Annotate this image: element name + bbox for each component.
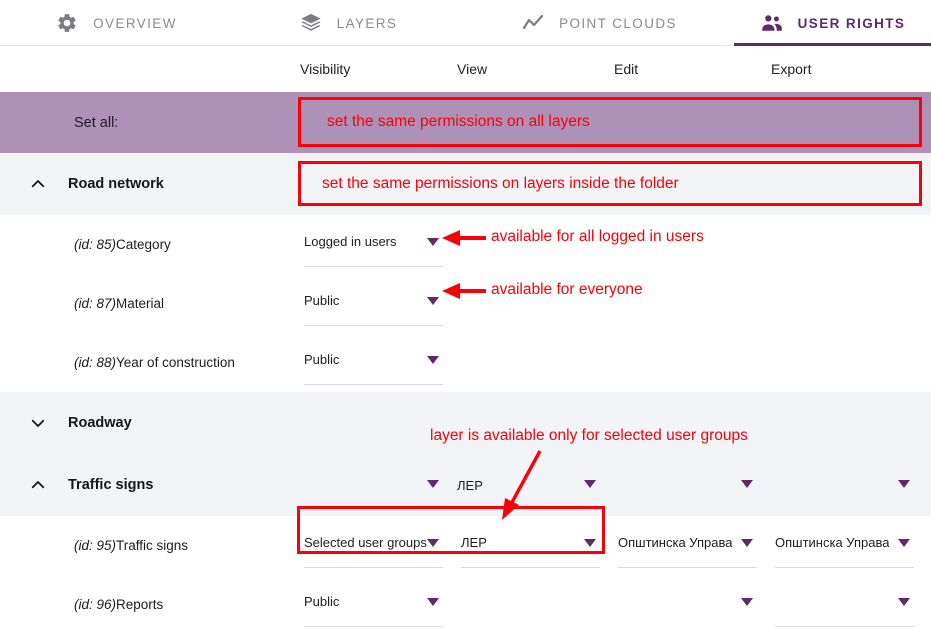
chevron-down-icon [741,539,753,547]
folder-name: Road network [68,176,164,192]
set-all-namecol: Set all: [0,92,300,153]
layer-namecol: (id: 87)Material [0,274,300,333]
dropdown-export[interactable] [775,593,914,627]
folder-namecol: Road network [0,153,300,215]
layers-icon [299,11,323,35]
chevron-down-icon [427,598,439,606]
dropdown-visibility[interactable]: Logged in users [304,233,443,267]
layer-id: (id: 85) [74,237,117,252]
folder-namecol: Roadway [0,392,300,454]
layer-namecol: (id: 95)Traffic signs [0,516,300,575]
dropdown-edit[interactable]: Општинска Управа [618,534,757,568]
layer-title: Year of construction [116,355,235,370]
chevron-down-icon [584,539,596,547]
dropdown-value: Општинска Управа [775,535,890,550]
chevron-down-icon [427,356,439,364]
layer-name: (id: 95)Traffic signs [74,538,188,553]
chevron-up-icon[interactable] [28,475,48,495]
set-all-label: Set all: [74,114,119,131]
layer-title: Traffic signs [116,538,189,553]
dropdown-view[interactable] [461,480,600,488]
layer-title: Reports [116,597,164,612]
column-header-row: Visibility View Edit Export [0,46,931,92]
tab-user-rights-label: USER RIGHTS [797,15,906,31]
folder-name: Roadway [68,415,132,431]
chevron-down-icon [427,297,439,305]
layer-title: Category [116,237,171,252]
layer-id: (id: 96) [74,597,117,612]
folder-row-road-network: Road network [0,153,931,215]
layer-id: (id: 87) [74,296,117,311]
tab-user-rights[interactable]: USER RIGHTS [734,0,931,46]
permissions-table: Set all: Road network (id: 85)Category L… [0,92,931,628]
layer-row-material: (id: 87)Material Public [0,274,931,333]
gear-icon [55,11,79,35]
set-all-row: Set all: [0,92,931,153]
dropdown-visibility[interactable]: Public [304,292,443,326]
layer-name: (id: 96)Reports [74,597,163,612]
layer-row-reports: (id: 96)Reports Public [0,575,931,628]
chevron-down-icon [584,480,596,488]
chevron-down-icon [741,480,753,488]
dropdown-value: Public [304,594,340,609]
column-header-edit: Edit [614,61,639,77]
tab-layers[interactable]: LAYERS [232,0,464,46]
layer-id: (id: 88) [74,355,117,370]
layer-name: (id: 85)Category [74,237,171,252]
chevron-down-icon [898,539,910,547]
layer-row-traffic-signs: (id: 95)Traffic signs Selected user grou… [0,516,931,575]
tab-point-clouds[interactable]: POINT CLOUDS [464,0,734,46]
point-cloud-icon [521,11,545,35]
dropdown-edit[interactable] [618,480,757,488]
chevron-down-icon[interactable] [28,413,48,433]
tab-point-clouds-label: POINT CLOUDS [559,15,677,31]
layer-namecol: (id: 85)Category [0,215,300,274]
dropdown-view[interactable]: ЛЕР [461,534,600,568]
dropdown-export[interactable] [775,480,914,488]
dropdown-value: Logged in users [304,234,397,249]
users-icon [760,11,784,35]
dropdown-visibility[interactable]: Public [304,351,443,385]
dropdown-export[interactable]: Општинска Управа [775,534,914,568]
tab-overview-label: OVERVIEW [93,15,177,31]
dropdown-value: Selected user groups [304,535,427,550]
layer-row-year-of-construction: (id: 88)Year of construction Public [0,333,931,392]
dropdown-visibility[interactable]: Selected user groups [304,534,443,568]
dropdown-value: Public [304,352,340,367]
chevron-up-icon[interactable] [28,174,48,194]
dropdown-value: Општинска Управа [618,535,733,550]
chevron-down-icon [898,480,910,488]
layer-id: (id: 95) [74,538,117,553]
chevron-down-icon [898,598,910,606]
dropdown-value: Public [304,293,340,308]
chevron-down-icon [427,539,439,547]
tab-overview[interactable]: OVERVIEW [0,0,232,46]
chevron-down-icon [427,480,439,488]
layer-namecol: (id: 88)Year of construction [0,333,300,392]
main-tab-bar: OVERVIEW LAYERS POINT CLOUDS USER RIGHTS [0,0,931,46]
dropdown-visibility[interactable]: Public [304,593,443,627]
chevron-down-icon [427,238,439,246]
layer-name: (id: 88)Year of construction [74,355,235,370]
tab-layers-label: LAYERS [336,15,398,31]
dropdown-value: ЛЕР [461,535,487,550]
column-header-visibility: Visibility [300,61,351,77]
column-header-export: Export [771,61,812,77]
chevron-down-icon [741,598,753,606]
dropdown-edit[interactable] [618,593,757,627]
layer-namecol: (id: 96)Reports [0,575,300,628]
folder-namecol: Traffic signs [0,454,300,516]
layer-row-category: (id: 85)Category Logged in users [0,215,931,274]
folder-row-roadway: Roadway [0,392,931,454]
layer-title: Material [116,296,165,311]
folder-row-traffic-signs: Traffic signs ЛЕР [0,454,931,516]
column-header-view: View [457,61,488,77]
layer-name: (id: 87)Material [74,296,164,311]
dropdown-visibility[interactable] [304,480,443,488]
folder-name: Traffic signs [68,477,154,493]
